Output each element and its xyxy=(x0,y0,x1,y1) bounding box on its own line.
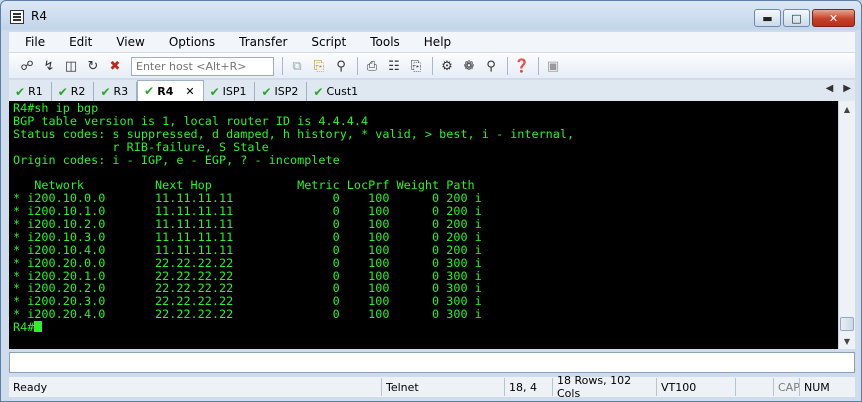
menu-script[interactable]: Script xyxy=(295,35,354,49)
connect-tab-icon[interactable]: ◫ xyxy=(61,56,81,76)
window-controls: ▬ □ ✕ xyxy=(754,9,855,27)
terminal-scrollbar[interactable]: ▲ ▼ xyxy=(838,101,855,349)
status-protocol: Telnet xyxy=(381,378,504,396)
tab-label: ISP2 xyxy=(274,85,299,98)
status-filler xyxy=(735,378,773,396)
tab-cust1[interactable]: ✔ Cust1 xyxy=(307,82,366,101)
terminal-line: R4#sh ip bgp xyxy=(13,101,99,115)
paste-icon[interactable]: ⎘ xyxy=(309,56,329,76)
status-num: NUM xyxy=(799,378,833,396)
toolbar-divider xyxy=(357,57,358,75)
check-icon: ✔ xyxy=(209,84,220,99)
terminal-prompt: R4# xyxy=(13,321,838,334)
tab-r4[interactable]: ✔ R4 ✕ xyxy=(137,80,204,101)
print-setup-icon[interactable]: ☷ xyxy=(384,56,404,76)
toolbar: ☍ ↯ ◫ ↻ ✖ ⧉ ⎘ ⚲ ⎙ ☷ ⎘ ⚙ ❁ ⚲ ❓ ▣ xyxy=(9,53,855,78)
terminal-line: * i200.20.4.0 22.22.22.22 0 100 0 300 i xyxy=(13,307,482,322)
tab-close-icon[interactable]: ✕ xyxy=(185,85,194,98)
tab-isp2[interactable]: ✔ ISP2 xyxy=(255,82,308,101)
tab-label: R3 xyxy=(113,85,129,98)
menu-tools[interactable]: Tools xyxy=(354,35,408,49)
menu-bar: File Edit View Options Transfer Script T… xyxy=(9,32,855,52)
terminal-line: * i200.10.3.0 11.11.11.11 0 100 0 200 i xyxy=(13,229,482,244)
disconnect-icon[interactable]: ✖ xyxy=(105,56,125,76)
terminal-line: BGP table version is 1, local router ID … xyxy=(13,113,369,128)
minimize-icon: ▬ xyxy=(762,11,773,25)
check-icon: ✔ xyxy=(100,84,111,99)
keymap-icon[interactable]: ⚲ xyxy=(481,56,501,76)
session-options-icon[interactable]: ⚙ xyxy=(437,56,457,76)
terminal-line: * i200.10.4.0 11.11.11.11 0 100 0 200 i xyxy=(13,242,482,257)
scroll-thumb[interactable] xyxy=(840,317,854,331)
tab-scroll-left-icon[interactable]: ◀ xyxy=(826,83,834,94)
sftp-icon[interactable]: ▣ xyxy=(543,56,563,76)
check-icon: ✔ xyxy=(57,84,68,99)
maximize-button[interactable]: □ xyxy=(783,9,810,27)
menu-edit[interactable]: Edit xyxy=(53,35,100,49)
global-options-icon[interactable]: ❁ xyxy=(459,56,479,76)
toolbar-divider xyxy=(432,57,433,75)
terminal-cursor xyxy=(34,321,43,333)
app-icon xyxy=(10,10,24,24)
check-icon: ✔ xyxy=(15,84,26,99)
terminal-output[interactable]: R4#sh ip bgp BGP table version is 1, loca… xyxy=(9,101,838,349)
menu-options[interactable]: Options xyxy=(153,35,223,49)
menu-view[interactable]: View xyxy=(100,35,152,49)
menu-help[interactable]: Help xyxy=(408,35,459,49)
close-icon: ✕ xyxy=(828,11,839,25)
check-icon: ✔ xyxy=(144,84,155,98)
find-icon[interactable]: ⚲ xyxy=(331,56,351,76)
maximize-icon: □ xyxy=(791,11,802,25)
terminal-line: Origin codes: i - IGP, e - EGP, ? - inco… xyxy=(13,152,340,167)
tab-label: Cust1 xyxy=(326,85,359,98)
status-caps: CAP xyxy=(773,378,800,396)
tab-r1[interactable]: ✔ R1 xyxy=(9,82,52,101)
quick-connect-icon[interactable]: ↯ xyxy=(39,56,59,76)
tab-r3[interactable]: ✔ R3 xyxy=(94,82,138,101)
terminal-line: * i200.10.2.0 11.11.11.11 0 100 0 200 i xyxy=(13,217,482,232)
tab-r2[interactable]: ✔ R2 xyxy=(52,82,95,101)
copy-icon[interactable]: ⧉ xyxy=(287,56,307,76)
status-cursor-position: 18, 4 xyxy=(504,378,552,396)
scroll-down-icon[interactable]: ▼ xyxy=(839,333,855,349)
window-title: R4 xyxy=(31,9,47,23)
toolbar-divider xyxy=(507,57,508,75)
help-icon[interactable]: ❓ xyxy=(512,56,532,76)
terminal-line: Status codes: s suppressed, d damped, h … xyxy=(13,126,575,141)
minimize-button[interactable]: ▬ xyxy=(754,9,781,27)
tab-isp1[interactable]: ✔ ISP1 xyxy=(204,82,256,101)
check-icon: ✔ xyxy=(313,84,324,99)
menu-transfer[interactable]: Transfer xyxy=(223,35,295,49)
terminal-line: r RIB-failure, S Stale xyxy=(13,139,269,154)
status-ready: Ready xyxy=(13,380,48,394)
menu-file[interactable]: File xyxy=(9,35,53,49)
tab-scroll-arrows: ◀ ▶ xyxy=(826,83,851,94)
terminal-line: * i200.20.0.0 22.22.22.22 0 100 0 300 i xyxy=(13,255,482,270)
tab-label: R2 xyxy=(70,85,86,98)
status-emulation: VT100 xyxy=(656,378,735,396)
host-input[interactable] xyxy=(131,56,274,76)
print-icon[interactable]: ⎙ xyxy=(362,56,382,76)
close-button[interactable]: ✕ xyxy=(812,9,855,27)
title-bar[interactable]: R4 ▬ □ ✕ xyxy=(1,1,861,31)
tab-label: R4 xyxy=(157,84,174,98)
toolbar-divider xyxy=(282,57,283,75)
tab-label: ISP1 xyxy=(222,85,247,98)
connect-icon[interactable]: ☍ xyxy=(17,56,37,76)
prompt-text: R4# xyxy=(13,320,35,335)
scroll-up-icon[interactable]: ▲ xyxy=(839,101,855,117)
printer-icon[interactable]: ⎘ xyxy=(406,56,426,76)
check-icon: ✔ xyxy=(261,84,272,99)
session-tab-bar: ✔ R1 ✔ R2 ✔ R3 ✔ R4 ✕ ✔ ISP1 ✔ ISP2 ✔ Cust1 ◀ ▶ xyxy=(9,80,855,101)
reconnect-icon[interactable]: ↻ xyxy=(83,56,103,76)
tab-scroll-right-icon[interactable]: ▶ xyxy=(843,83,851,94)
tab-label: R1 xyxy=(28,85,43,98)
status-terminal-size: 18 Rows, 102 Cols xyxy=(552,374,656,400)
toolbar-divider xyxy=(538,57,539,75)
app-window: R4 ▬ □ ✕ File Edit View Options Transfer… xyxy=(0,0,862,402)
command-window[interactable] xyxy=(9,352,855,373)
status-bar: Ready Telnet 18, 4 18 Rows, 102 Cols VT1… xyxy=(9,374,855,400)
